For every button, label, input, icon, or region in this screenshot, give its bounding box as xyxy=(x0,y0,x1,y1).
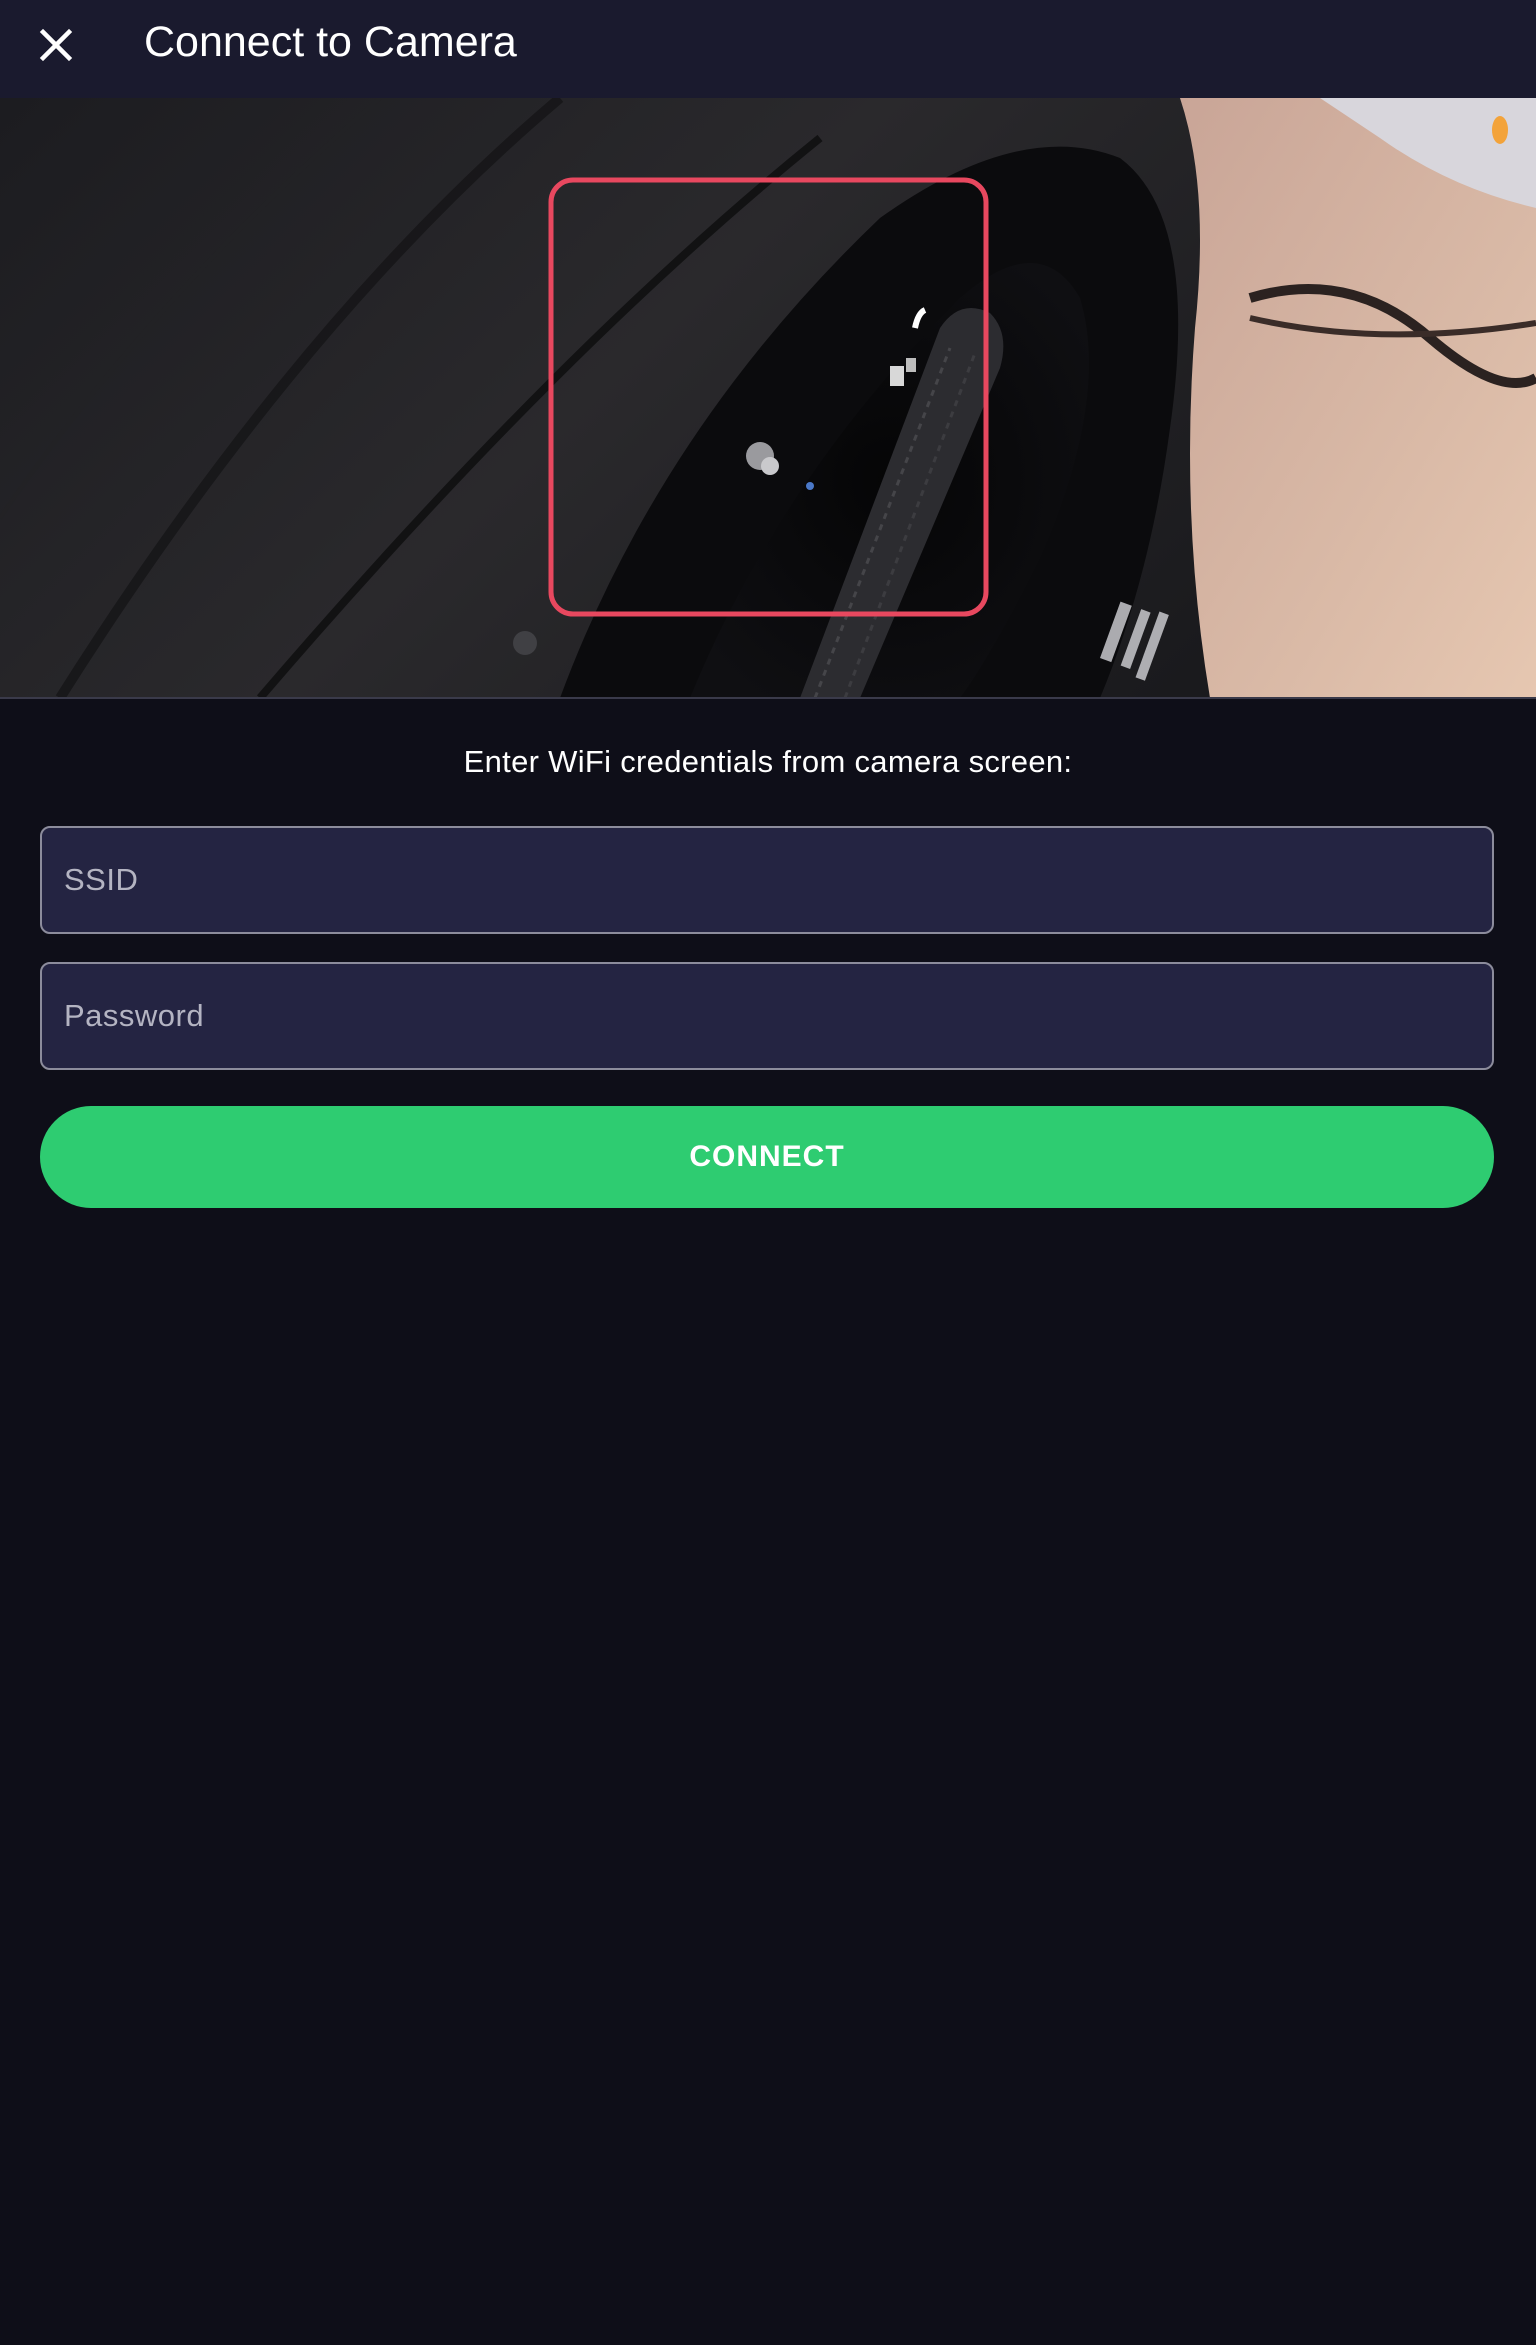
ssid-input[interactable] xyxy=(42,828,1492,932)
preview-divider xyxy=(0,697,1536,699)
camera-preview xyxy=(0,98,1536,698)
page-title: Connect to Camera xyxy=(144,18,517,66)
close-icon xyxy=(39,28,73,62)
close-button[interactable] xyxy=(20,9,92,81)
app-bar: Connect to Camera xyxy=(0,0,1536,98)
password-field[interactable] xyxy=(40,962,1494,1070)
connect-button-label: CONNECT xyxy=(689,1140,845,1173)
connect-button[interactable]: CONNECT xyxy=(40,1106,1494,1208)
password-input[interactable] xyxy=(42,964,1492,1068)
instruction-text: Enter WiFi credentials from camera scree… xyxy=(463,744,1073,779)
ssid-field[interactable] xyxy=(40,826,1494,934)
camera-feed-image xyxy=(0,98,1536,698)
